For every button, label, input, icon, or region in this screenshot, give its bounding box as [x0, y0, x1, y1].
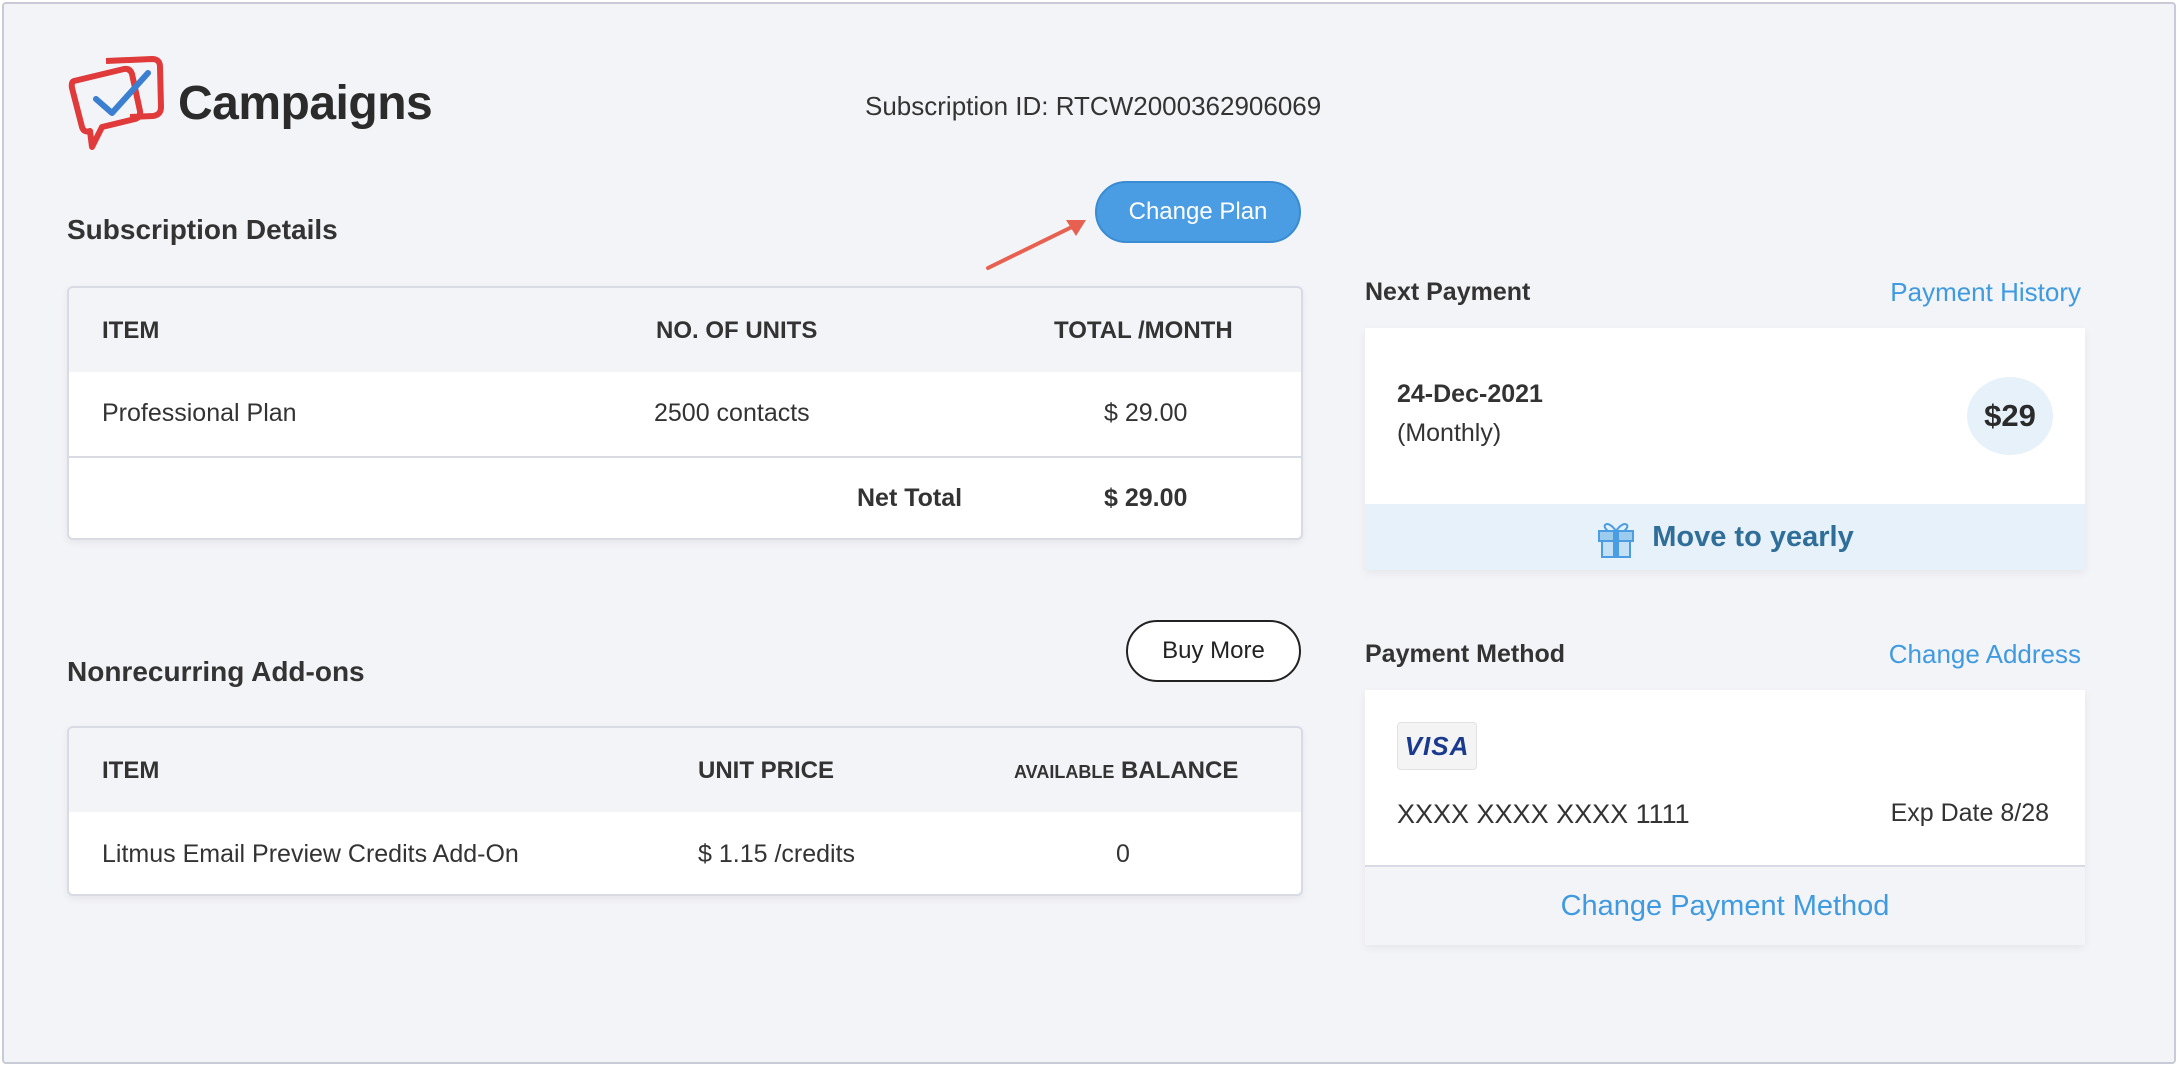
card-expiry: Exp Date 8/28 [1890, 799, 2049, 827]
move-to-yearly-button[interactable]: Move to yearly [1365, 504, 2085, 570]
change-plan-button[interactable]: Change Plan [1095, 181, 1301, 243]
buy-more-button[interactable]: Buy More [1126, 620, 1301, 682]
addons-title: Nonrecurring Add-ons [67, 656, 365, 687]
payment-method-label: Payment Method [1365, 640, 1566, 668]
column-header-units: NO. OF UNITS [656, 317, 818, 344]
plan-item-cell: Professional Plan [102, 399, 297, 427]
campaigns-logo-icon [68, 56, 164, 150]
subscription-details-title: Subscription Details [67, 214, 338, 245]
column-header-item: ITEM [102, 317, 160, 344]
column-header-total: TOTAL /MONTH [1054, 317, 1233, 344]
plan-units-cell: 2500 contacts [654, 399, 810, 427]
addons-table-header: ITEM UNIT PRICE AVAILABLE BALANCE [69, 728, 1301, 812]
balance-header-small: AVAILABLE [1014, 762, 1115, 782]
payment-history-link[interactable]: Payment History [1890, 277, 2081, 308]
gift-icon [1598, 523, 1635, 558]
change-payment-method-button[interactable]: Change Payment Method [1365, 865, 2085, 945]
annotation-arrow-icon [986, 220, 1086, 270]
move-to-yearly-label: Move to yearly [1652, 520, 1854, 553]
column-header-balance: AVAILABLE BALANCE [1014, 757, 1238, 785]
change-address-link[interactable]: Change Address [1889, 639, 2081, 670]
app-title: Campaigns [178, 77, 433, 130]
addon-item-cell: Litmus Email Preview Credits Add-On [102, 840, 519, 868]
row-divider [69, 456, 1301, 458]
balance-header-big: BALANCE [1121, 757, 1239, 784]
column-header-unit-price: UNIT PRICE [698, 757, 835, 784]
addons-table: ITEM UNIT PRICE AVAILABLE BALANCE Litmus… [67, 726, 1303, 896]
addon-balance-cell: 0 [1116, 840, 1130, 868]
card-number: XXXX XXXX XXXX 1111 [1397, 799, 1690, 829]
addon-price-cell: $ 1.15 /credits [698, 840, 856, 868]
next-payment-period: (Monthly) [1397, 419, 1502, 447]
next-payment-amount: $29 [1967, 377, 2053, 455]
subscription-id: Subscription ID: RTCW2000362906069 [865, 91, 1322, 121]
subscription-table-header: ITEM NO. OF UNITS TOTAL /MONTH [69, 288, 1301, 372]
next-payment-label: Next Payment [1365, 278, 1531, 306]
page-frame: Campaigns Subscription ID: RTCW200036290… [2, 2, 2176, 1064]
net-total-value: $ 29.00 [1104, 484, 1188, 512]
subscription-table: ITEM NO. OF UNITS TOTAL /MONTH Professio… [67, 286, 1303, 540]
visa-card-icon: VISA [1397, 722, 1477, 770]
net-total-label: Net Total [857, 484, 963, 512]
column-header-item: ITEM [102, 757, 160, 784]
next-payment-date: 24-Dec-2021 [1397, 380, 1543, 408]
plan-total-cell: $ 29.00 [1104, 399, 1188, 427]
